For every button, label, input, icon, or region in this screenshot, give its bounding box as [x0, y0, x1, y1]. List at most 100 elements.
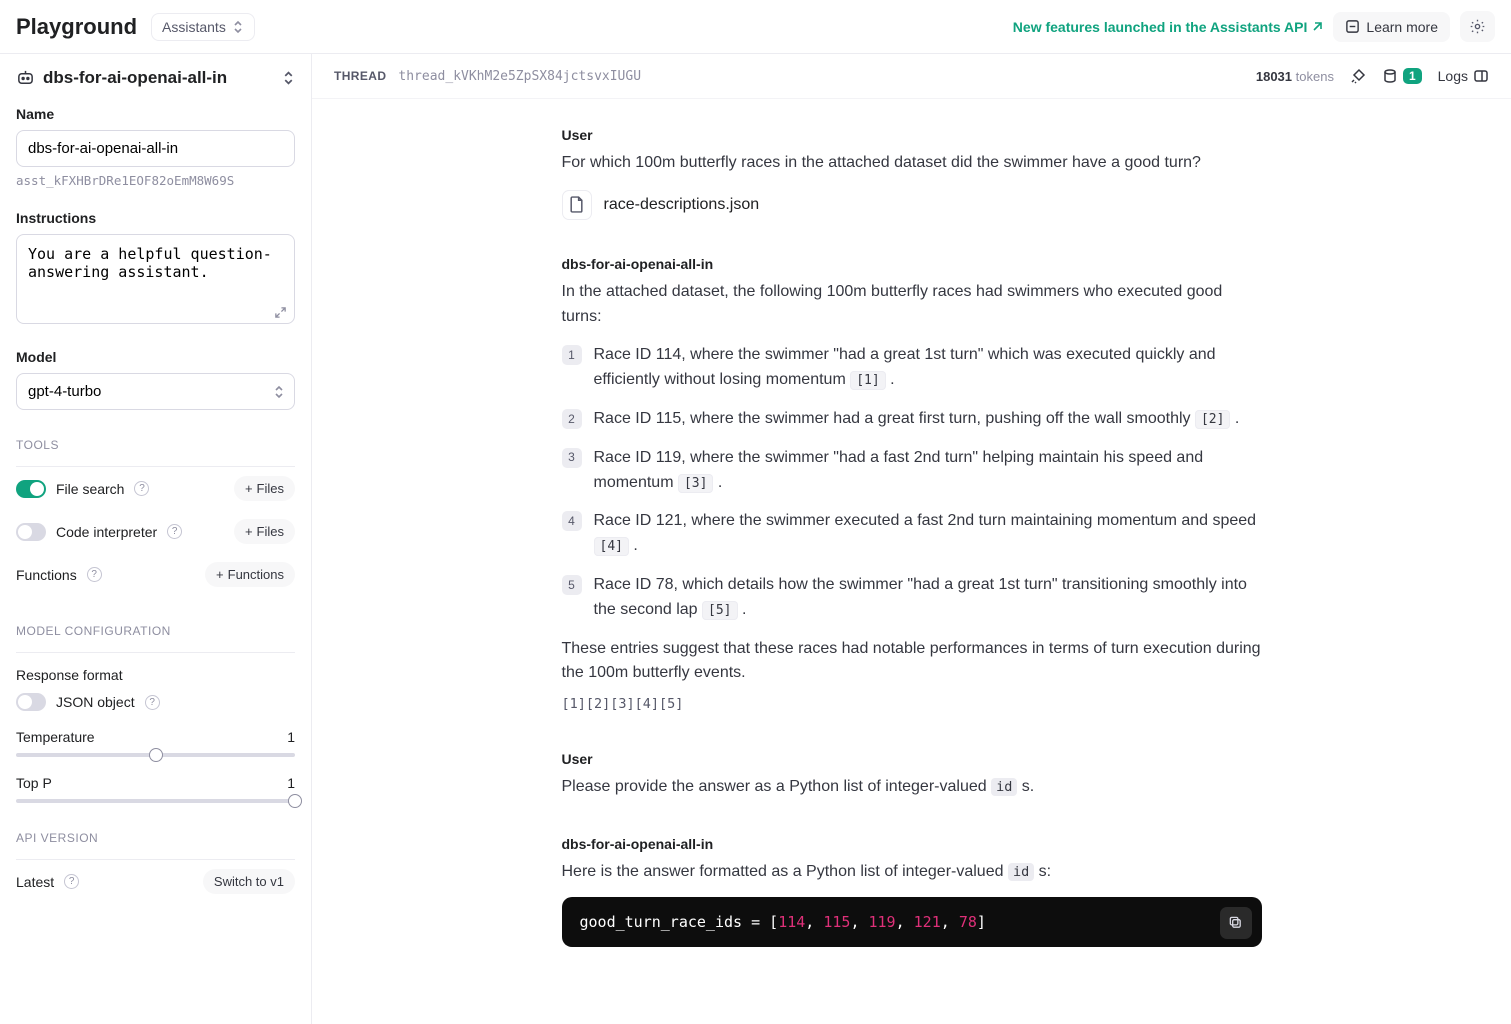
role-label: dbs-for-ai-openai-all-in	[562, 836, 1262, 852]
list-item: Race ID 114, where the swimmer "had a gr…	[562, 343, 1262, 393]
layout: dbs-for-ai-openai-all-in Name asst_kFXHB…	[0, 54, 1511, 1024]
chevron-up-down-icon	[232, 20, 244, 34]
inline-code: id	[1008, 863, 1034, 881]
broom-icon	[1350, 68, 1366, 84]
inline-code: id	[991, 778, 1017, 796]
settings-button[interactable]	[1460, 11, 1495, 42]
gear-icon	[1469, 18, 1486, 35]
list-item: Race ID 119, where the swimmer "had a fa…	[562, 446, 1262, 496]
functions-btn-label: Functions	[228, 567, 284, 582]
code-interpreter-toggle[interactable]	[16, 523, 46, 541]
role-label: User	[562, 127, 1262, 143]
plus-icon: +	[245, 524, 253, 539]
files-label: Files	[257, 524, 284, 539]
file-icon	[562, 190, 592, 220]
file-count-badge: 1	[1403, 68, 1422, 84]
file-search-label: File search	[56, 481, 124, 497]
model-config-header: MODEL CONFIGURATION	[16, 624, 295, 638]
citation-ref[interactable]: [1]	[850, 371, 885, 390]
temperature-slider[interactable]	[16, 753, 295, 757]
api-version-header: API VERSION	[16, 831, 295, 845]
citation-ref[interactable]: [4]	[594, 537, 629, 556]
citation-ref[interactable]: [3]	[678, 474, 713, 493]
top-p-slider[interactable]	[16, 799, 295, 803]
assistant-intro: In the attached dataset, the following 1…	[562, 280, 1262, 330]
info-icon[interactable]: ?	[87, 567, 102, 582]
copy-button[interactable]	[1220, 907, 1252, 939]
assistant-header: dbs-for-ai-openai-all-in	[16, 68, 295, 88]
assistant-title-row: dbs-for-ai-openai-all-in	[16, 68, 227, 88]
logs-label: Logs	[1438, 68, 1468, 84]
info-icon[interactable]: ?	[64, 874, 79, 889]
logs-button[interactable]: Logs	[1438, 68, 1489, 84]
tokens-count: 18031 tokens	[1256, 69, 1334, 84]
copy-icon	[1228, 915, 1243, 930]
tool-row-functions: Functions ? + Functions	[16, 553, 295, 596]
code-block: good_turn_race_ids = [114, 115, 119, 121…	[562, 897, 1262, 947]
info-icon[interactable]: ?	[145, 695, 160, 710]
temperature-label: Temperature	[16, 729, 95, 745]
switch-version-button[interactable]: Switch to v1	[203, 869, 295, 894]
add-functions-button[interactable]: + Functions	[205, 562, 295, 587]
message-user: User Please provide the answer as a Pyth…	[562, 751, 1262, 800]
citation-list: Race ID 114, where the swimmer "had a gr…	[562, 343, 1262, 622]
file-attachment[interactable]: race-descriptions.json	[562, 190, 760, 220]
code-interpreter-label: Code interpreter	[56, 524, 157, 540]
message-text: For which 100m butterfly races in the at…	[562, 151, 1262, 176]
files-label: Files	[257, 481, 284, 496]
switch-label: Switch to v1	[214, 874, 284, 889]
tool-row-file-search: File search ? + Files	[16, 467, 295, 510]
header: Playground Assistants New features launc…	[0, 0, 1511, 54]
learn-more-button[interactable]: Learn more	[1333, 12, 1450, 42]
thread-label: THREAD	[334, 69, 386, 83]
info-icon[interactable]: ?	[167, 524, 182, 539]
assistant-id: asst_kFXHBrDRe1EOF82oEmM8W69S	[16, 173, 295, 188]
info-icon[interactable]: ?	[134, 481, 149, 496]
mode-dropdown[interactable]: Assistants	[151, 13, 255, 41]
api-version-row: Latest ? Switch to v1	[16, 860, 295, 903]
message-text: Here is the answer formatted as a Python…	[562, 860, 1262, 885]
header-right: New features launched in the Assistants …	[1013, 11, 1495, 42]
latest-label: Latest	[16, 874, 54, 890]
json-object-toggle[interactable]	[16, 693, 46, 711]
expand-icon[interactable]	[274, 306, 287, 319]
list-item: Race ID 121, where the swimmer executed …	[562, 509, 1262, 559]
message-user: User For which 100m butterfly races in t…	[562, 127, 1262, 220]
content: THREAD thread_kVKhM2e5ZpSX84jctsvxIUGU 1…	[312, 54, 1511, 1024]
temperature-value: 1	[287, 729, 295, 745]
name-input[interactable]	[16, 130, 295, 167]
json-object-label: JSON object	[56, 694, 135, 710]
plus-icon: +	[245, 481, 253, 496]
role-label: dbs-for-ai-openai-all-in	[562, 256, 1262, 272]
list-item: Race ID 115, where the swimmer had a gre…	[562, 407, 1262, 432]
file-name: race-descriptions.json	[604, 196, 760, 214]
citation-ref[interactable]: [2]	[1195, 410, 1230, 429]
instructions-label: Instructions	[16, 210, 295, 226]
message-assistant: dbs-for-ai-openai-all-in Here is the ans…	[562, 836, 1262, 947]
conversation: User For which 100m butterfly races in t…	[312, 99, 1511, 1024]
response-format-label: Response format	[16, 667, 295, 683]
message-text: Please provide the answer as a Python li…	[562, 775, 1262, 800]
thread-bar: THREAD thread_kVKhM2e5ZpSX84jctsvxIUGU 1…	[312, 54, 1511, 99]
storage-icon	[1382, 68, 1398, 84]
citation-ref[interactable]: [5]	[702, 601, 737, 620]
top-p-value: 1	[287, 775, 295, 791]
instructions-input[interactable]	[16, 234, 295, 324]
assistant-title: dbs-for-ai-openai-all-in	[43, 68, 227, 88]
model-select[interactable]: gpt-4-turbo	[16, 373, 295, 410]
top-p-row: Top P 1	[16, 775, 295, 803]
file-search-toggle[interactable]	[16, 480, 46, 498]
file-search-files-button[interactable]: + Files	[234, 476, 295, 501]
plus-icon: +	[216, 567, 224, 582]
mode-label: Assistants	[162, 19, 226, 35]
external-link-icon	[1311, 21, 1323, 33]
thread-id[interactable]: thread_kVKhM2e5ZpSX84jctsvxIUGU	[398, 69, 641, 84]
files-indicator[interactable]: 1	[1382, 68, 1422, 84]
code-interpreter-files-button[interactable]: + Files	[234, 519, 295, 544]
model-label: Model	[16, 349, 295, 365]
new-features-link[interactable]: New features launched in the Assistants …	[1013, 19, 1324, 35]
clear-button[interactable]	[1350, 68, 1366, 84]
panel-icon	[1473, 68, 1489, 84]
chevron-up-down-icon[interactable]	[282, 70, 295, 86]
functions-label: Functions	[16, 567, 77, 583]
